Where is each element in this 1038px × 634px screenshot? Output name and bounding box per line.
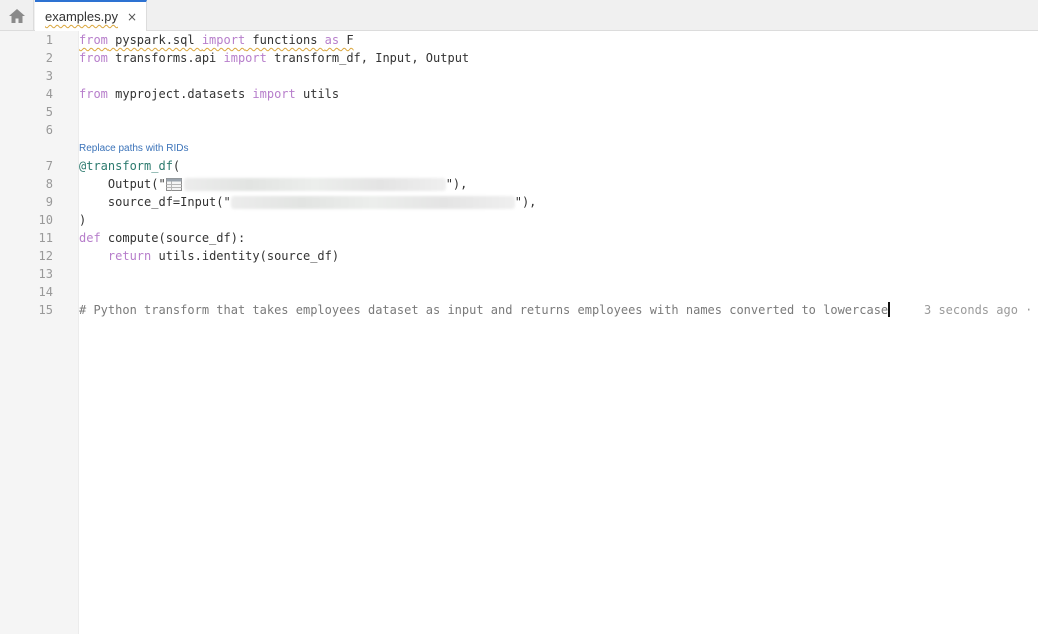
code-line-8[interactable]: Output(" "), — [79, 175, 467, 193]
import-names: transform_df, Input, Output — [266, 51, 470, 65]
blame-annotation: 3 seconds ago · — [924, 303, 1033, 317]
tab-examples-py[interactable]: examples.py × — [35, 0, 147, 31]
import-name: functions — [245, 33, 325, 47]
line-number: 7 — [45, 159, 53, 173]
line-number: 9 — [45, 195, 53, 209]
output-call: Output(" — [107, 177, 166, 191]
home-icon — [8, 8, 25, 23]
line-number: 4 — [45, 87, 53, 101]
module-name: transforms.api — [107, 51, 224, 65]
code-line-11[interactable]: def compute(source_df): — [79, 229, 245, 247]
code-line-10[interactable]: ) — [79, 211, 86, 229]
line-number: 15 — [38, 303, 53, 317]
line-number: 6 — [45, 123, 53, 137]
line-number: 5 — [45, 105, 53, 119]
redacted-dataset-path — [230, 196, 515, 209]
input-call: source_df=Input(" — [107, 195, 231, 209]
comment: # Python transform that takes employees … — [79, 303, 889, 317]
keyword: as — [324, 33, 340, 47]
line-number: 13 — [38, 267, 53, 281]
import-names: utils — [295, 87, 340, 101]
module-name: myproject.datasets — [107, 87, 253, 101]
tab-label: examples.py — [45, 9, 118, 24]
code-line-15[interactable]: # Python transform that takes employees … — [79, 301, 891, 319]
close-call: "), — [514, 195, 537, 209]
line-number: 1 — [45, 33, 53, 47]
tab-bar: examples.py × — [0, 0, 1038, 31]
code-line-12[interactable]: return utils.identity(source_df) — [79, 247, 339, 265]
keyword: import — [252, 87, 296, 101]
decorator: @transform_df — [79, 159, 173, 173]
module-name: pyspark.sql — [107, 33, 202, 47]
keyword: from — [79, 51, 108, 65]
return-expression: utils.identity(source_df) — [151, 249, 340, 263]
line-number: 12 — [38, 249, 53, 263]
code-line-4[interactable]: from myproject.datasets import utils — [79, 85, 339, 103]
keyword: from — [79, 87, 108, 101]
replace-paths-codelens[interactable]: Replace paths with RIDs — [79, 141, 189, 157]
line-number: 14 — [38, 285, 53, 299]
line-number: 3 — [45, 69, 53, 83]
line-number: 2 — [45, 51, 53, 65]
function-signature: compute(source_df): — [100, 231, 246, 245]
code-line-9[interactable]: source_df=Input(" "), — [79, 193, 536, 211]
keyword: def — [79, 231, 101, 245]
import-alias: F — [339, 33, 354, 47]
code-line-1[interactable]: from pyspark.sql import functions as F — [79, 31, 354, 49]
code-line-2[interactable]: from transforms.api import transform_df,… — [79, 49, 469, 67]
paren: ( — [172, 159, 181, 173]
line-number: 8 — [45, 177, 53, 191]
code-line-7[interactable]: @transform_df( — [79, 157, 180, 175]
line-number: 10 — [38, 213, 53, 227]
line-number: 11 — [38, 231, 53, 245]
code-editor[interactable]: 1 2 3 4 5 6 7 8 9 10 11 12 13 14 15 from… — [0, 31, 1038, 634]
redacted-dataset-path — [183, 178, 446, 191]
keyword: import — [223, 51, 267, 65]
text-cursor — [888, 302, 891, 317]
keyword: import — [201, 33, 246, 47]
dataset-table-icon — [165, 178, 182, 191]
close-icon[interactable]: × — [127, 11, 137, 23]
home-button[interactable] — [0, 0, 34, 31]
close-call: "), — [445, 177, 468, 191]
keyword: return — [107, 249, 152, 263]
keyword: from — [79, 33, 108, 47]
line-number-gutter: 1 2 3 4 5 6 7 8 9 10 11 12 13 14 15 — [0, 31, 79, 634]
